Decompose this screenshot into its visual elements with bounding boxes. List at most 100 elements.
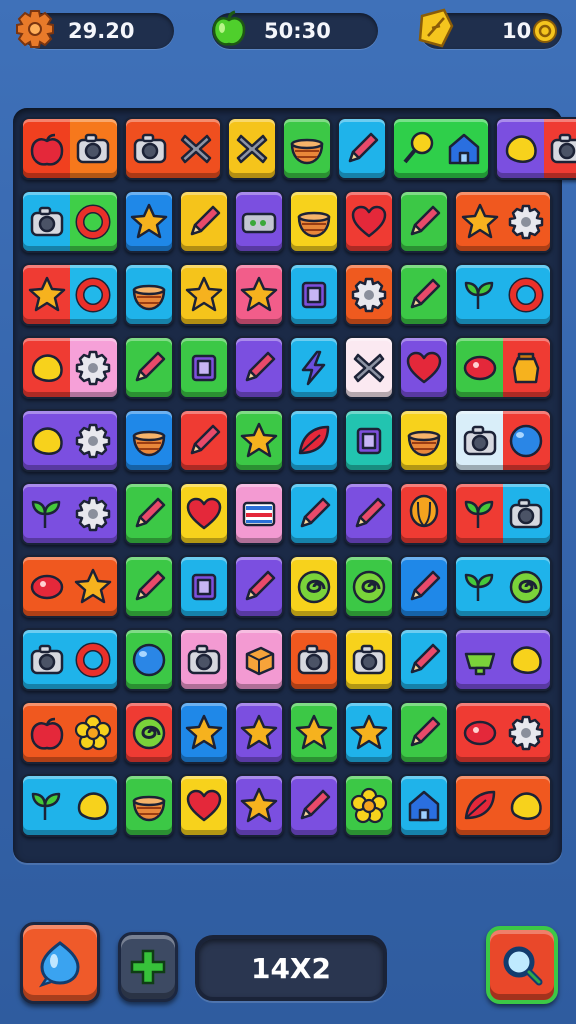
board-tile[interactable] — [399, 190, 449, 253]
board-tile[interactable] — [454, 701, 552, 764]
gear-coin-icon[interactable] — [14, 8, 56, 50]
board-tile[interactable] — [344, 555, 394, 618]
board-tile[interactable] — [21, 701, 119, 764]
board-tile[interactable] — [21, 190, 119, 253]
board-tile[interactable] — [289, 263, 339, 326]
board-tile[interactable] — [234, 336, 284, 399]
board-tile[interactable] — [454, 774, 552, 837]
board-tile[interactable] — [21, 263, 119, 326]
board-tile[interactable] — [21, 117, 119, 180]
board-tile[interactable] — [124, 555, 174, 618]
board-tile[interactable] — [234, 409, 284, 472]
board-tile[interactable] — [289, 628, 339, 691]
board-tile[interactable] — [227, 117, 277, 180]
board-tile[interactable] — [124, 190, 174, 253]
board-tile[interactable] — [21, 409, 119, 472]
board-tile[interactable] — [454, 409, 552, 472]
board-tile[interactable] — [495, 117, 576, 180]
board-tile[interactable] — [124, 409, 174, 472]
board-tile[interactable] — [179, 482, 229, 545]
leaf-badge-icon — [418, 8, 454, 48]
board-tile[interactable] — [234, 701, 284, 764]
board-tile[interactable] — [234, 263, 284, 326]
board-tile[interactable] — [21, 336, 119, 399]
board-tile[interactable] — [234, 774, 284, 837]
hint-button[interactable] — [20, 922, 100, 1004]
heart-icon — [406, 351, 442, 383]
board-tile[interactable] — [282, 117, 332, 180]
board-tile[interactable] — [179, 409, 229, 472]
board-tile[interactable] — [124, 774, 174, 837]
board-tile[interactable] — [179, 336, 229, 399]
board-tile[interactable] — [344, 774, 394, 837]
pencil-icon — [300, 497, 331, 527]
board-tile[interactable] — [179, 774, 229, 837]
board-tile[interactable] — [289, 555, 339, 618]
board-tile[interactable] — [179, 555, 229, 618]
board-tile[interactable] — [21, 555, 119, 618]
pencil-icon — [410, 278, 441, 308]
board-tile[interactable] — [454, 628, 552, 691]
board-tile[interactable] — [124, 263, 174, 326]
board-tile[interactable] — [21, 774, 119, 837]
board-tile[interactable] — [289, 701, 339, 764]
board-tile[interactable] — [454, 555, 552, 618]
ball-icon — [132, 643, 166, 676]
bowl-icon — [407, 430, 441, 456]
board-tile[interactable] — [392, 117, 490, 180]
board-tile[interactable] — [454, 336, 552, 399]
board-tile[interactable] — [179, 628, 229, 691]
board-tile[interactable] — [454, 482, 552, 545]
pencil-icon — [410, 716, 441, 746]
coin-plus-icon[interactable] — [532, 18, 558, 44]
board-tile[interactable] — [399, 628, 449, 691]
lemon-gear-icon — [31, 423, 111, 458]
board-tile[interactable] — [399, 336, 449, 399]
board-tile[interactable] — [234, 555, 284, 618]
add-button[interactable] — [118, 932, 178, 1002]
camera-icon — [352, 644, 386, 674]
board-tile[interactable] — [234, 482, 284, 545]
board-tile[interactable] — [399, 263, 449, 326]
board-tile[interactable] — [344, 190, 394, 253]
board-tile[interactable] — [399, 409, 449, 472]
board-tile[interactable] — [344, 628, 394, 691]
board-tile[interactable] — [289, 774, 339, 837]
board-tile[interactable] — [21, 482, 119, 545]
swirl-icon — [132, 716, 166, 749]
board-tile[interactable] — [289, 409, 339, 472]
board-tile[interactable] — [399, 482, 449, 545]
board-tile[interactable] — [344, 482, 394, 545]
board-tile[interactable] — [179, 190, 229, 253]
board-tile[interactable] — [454, 263, 552, 326]
board-tile[interactable] — [21, 628, 119, 691]
board-tile[interactable] — [344, 336, 394, 399]
board-tile[interactable] — [399, 555, 449, 618]
pencil-icon — [348, 132, 379, 162]
lemon-ring-icon — [464, 277, 544, 312]
board-tile[interactable] — [337, 117, 387, 180]
board-tile[interactable] — [399, 774, 449, 837]
board-tile[interactable] — [344, 263, 394, 326]
board-tile[interactable] — [399, 701, 449, 764]
board-tile[interactable] — [124, 117, 222, 180]
search-button[interactable] — [486, 926, 558, 1004]
board-tile[interactable] — [234, 190, 284, 253]
board-tile[interactable] — [124, 482, 174, 545]
star-icon — [185, 276, 223, 311]
board-tile[interactable] — [124, 628, 174, 691]
board-tile[interactable] — [289, 482, 339, 545]
board-tile[interactable] — [344, 701, 394, 764]
house-icon — [408, 790, 440, 821]
board-tile[interactable] — [234, 628, 284, 691]
star-icon — [240, 787, 278, 822]
board-tile[interactable] — [344, 409, 394, 472]
board-tile[interactable] — [179, 701, 229, 764]
board-tile[interactable] — [454, 190, 552, 253]
board-tile[interactable] — [179, 263, 229, 326]
board-tile[interactable] — [124, 336, 174, 399]
board-tile[interactable] — [289, 336, 339, 399]
board-tile[interactable] — [289, 190, 339, 253]
pencil-icon — [410, 205, 441, 235]
board-tile[interactable] — [124, 701, 174, 764]
